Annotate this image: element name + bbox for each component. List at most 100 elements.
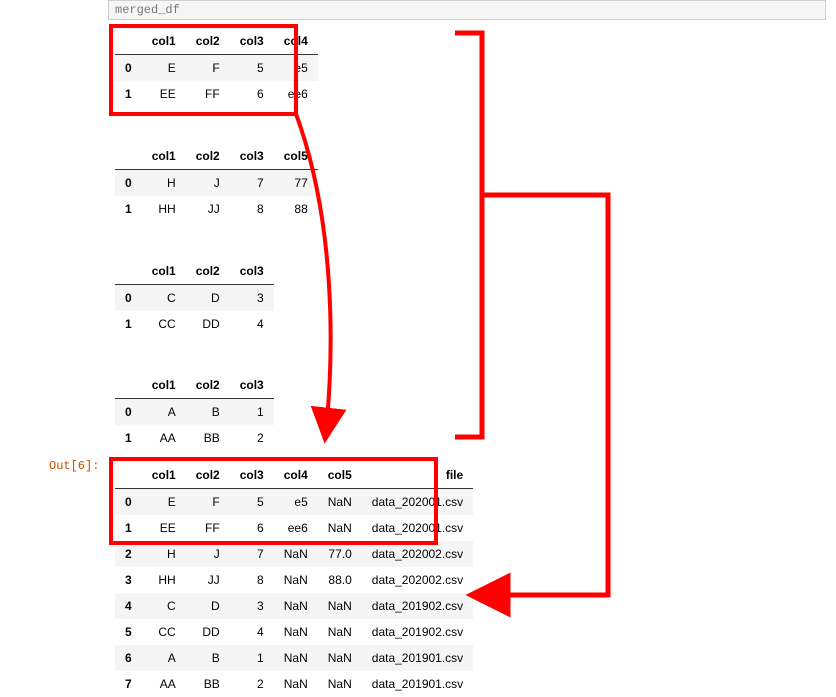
cell: 8: [230, 567, 274, 593]
cell: NaN: [318, 671, 362, 697]
code-cell-text: merged_df: [115, 3, 180, 17]
cell: H: [142, 170, 186, 197]
table-col-header: col1: [142, 143, 186, 170]
table-col-header: col3: [230, 143, 274, 170]
cell: D: [186, 285, 230, 312]
cell: E: [142, 489, 186, 516]
cell: e5: [274, 489, 318, 516]
cell: 2: [230, 671, 274, 697]
table-3: col1 col2 col3 0 C D 3 1 CC DD 4: [115, 258, 274, 337]
cell: 7: [230, 541, 274, 567]
table-row: 3 HH JJ 8 NaN 88.0 data_202002.csv: [115, 567, 473, 593]
cell: CC: [142, 619, 186, 645]
cell: CC: [142, 311, 186, 337]
table-col-header: file: [362, 462, 473, 489]
cell: NaN: [318, 489, 362, 516]
cell: HH: [142, 567, 186, 593]
table-row: 0 A B 1: [115, 399, 274, 426]
cell: data_201902.csv: [362, 619, 473, 645]
cell: B: [186, 399, 230, 426]
cell: e5: [274, 55, 318, 82]
cell: ee6: [274, 515, 318, 541]
table-row: 7 AA BB 2 NaN NaN data_201901.csv: [115, 671, 473, 697]
table-col-header: col1: [142, 28, 186, 55]
table-col-header: col1: [142, 258, 186, 285]
cell: NaN: [274, 567, 318, 593]
cell: NaN: [318, 645, 362, 671]
table-2: col1 col2 col3 col5 0 H J 7 77 1 HH JJ 8…: [115, 143, 318, 222]
row-index: 1: [115, 425, 142, 451]
cell: 88: [274, 196, 318, 222]
table-col-header: col2: [186, 462, 230, 489]
cell: 3: [230, 285, 274, 312]
table-row: 6 A B 1 NaN NaN data_201901.csv: [115, 645, 473, 671]
cell: data_202001.csv: [362, 515, 473, 541]
dataframe-preview-1: col1 col2 col3 col4 0 E F 5 e5 1 EE FF 6…: [115, 28, 318, 107]
table-output: col1 col2 col3 col4 col5 file 0 E F 5 e5…: [115, 462, 473, 697]
cell: H: [142, 541, 186, 567]
table-col-header: [115, 28, 142, 55]
row-index: 0: [115, 489, 142, 516]
cell: 2: [230, 425, 274, 451]
cell: AA: [142, 425, 186, 451]
code-cell-input: merged_df: [108, 0, 826, 20]
cell: BB: [186, 425, 230, 451]
cell: E: [142, 55, 186, 82]
dataframe-preview-3: col1 col2 col3 0 C D 3 1 CC DD 4: [115, 258, 274, 337]
table-col-header: col3: [230, 28, 274, 55]
cell: data_202001.csv: [362, 489, 473, 516]
table-col-header: [115, 258, 142, 285]
cell: 1: [230, 399, 274, 426]
cell: D: [186, 593, 230, 619]
cell: 6: [230, 81, 274, 107]
annotation-bracket-bottom: [470, 195, 608, 595]
cell: 3: [230, 593, 274, 619]
table-col-header: col2: [186, 143, 230, 170]
table-col-header: col3: [230, 462, 274, 489]
cell: 4: [230, 619, 274, 645]
cell: 88.0: [318, 567, 362, 593]
cell: DD: [186, 619, 230, 645]
cell: ee6: [274, 81, 318, 107]
table-row: 1 HH JJ 8 88: [115, 196, 318, 222]
dataframe-preview-2: col1 col2 col3 col5 0 H J 7 77 1 HH JJ 8…: [115, 143, 318, 222]
table-row: 0 C D 3: [115, 285, 274, 312]
cell: NaN: [274, 619, 318, 645]
cell: data_201902.csv: [362, 593, 473, 619]
table-col-header: col1: [142, 372, 186, 399]
table-col-header: col3: [230, 372, 274, 399]
cell: DD: [186, 311, 230, 337]
cell: JJ: [186, 567, 230, 593]
table-row: 1 CC DD 4: [115, 311, 274, 337]
cell: EE: [142, 81, 186, 107]
cell: C: [142, 593, 186, 619]
cell: 6: [230, 515, 274, 541]
dataframe-output: col1 col2 col3 col4 col5 file 0 E F 5 e5…: [115, 462, 473, 697]
table-row: 1 AA BB 2: [115, 425, 274, 451]
table-col-header: col3: [230, 258, 274, 285]
row-index: 1: [115, 311, 142, 337]
cell: A: [142, 399, 186, 426]
cell: HH: [142, 196, 186, 222]
cell: F: [186, 55, 230, 82]
table-4: col1 col2 col3 0 A B 1 1 AA BB 2: [115, 372, 274, 451]
row-index: 5: [115, 619, 142, 645]
cell: NaN: [274, 541, 318, 567]
cell: NaN: [274, 645, 318, 671]
cell: 77.0: [318, 541, 362, 567]
cell: data_201901.csv: [362, 645, 473, 671]
table-row: 0 E F 5 e5 NaN data_202001.csv: [115, 489, 473, 516]
cell: FF: [186, 81, 230, 107]
cell: 5: [230, 55, 274, 82]
row-index: 0: [115, 399, 142, 426]
table-row: 4 C D 3 NaN NaN data_201902.csv: [115, 593, 473, 619]
row-index: 1: [115, 196, 142, 222]
cell: 77: [274, 170, 318, 197]
cell: NaN: [318, 619, 362, 645]
table-col-header: col2: [186, 372, 230, 399]
cell: 4: [230, 311, 274, 337]
table-row: 0 H J 7 77: [115, 170, 318, 197]
table-row: 1 EE FF 6 ee6 NaN data_202001.csv: [115, 515, 473, 541]
cell: NaN: [274, 593, 318, 619]
cell: JJ: [186, 196, 230, 222]
